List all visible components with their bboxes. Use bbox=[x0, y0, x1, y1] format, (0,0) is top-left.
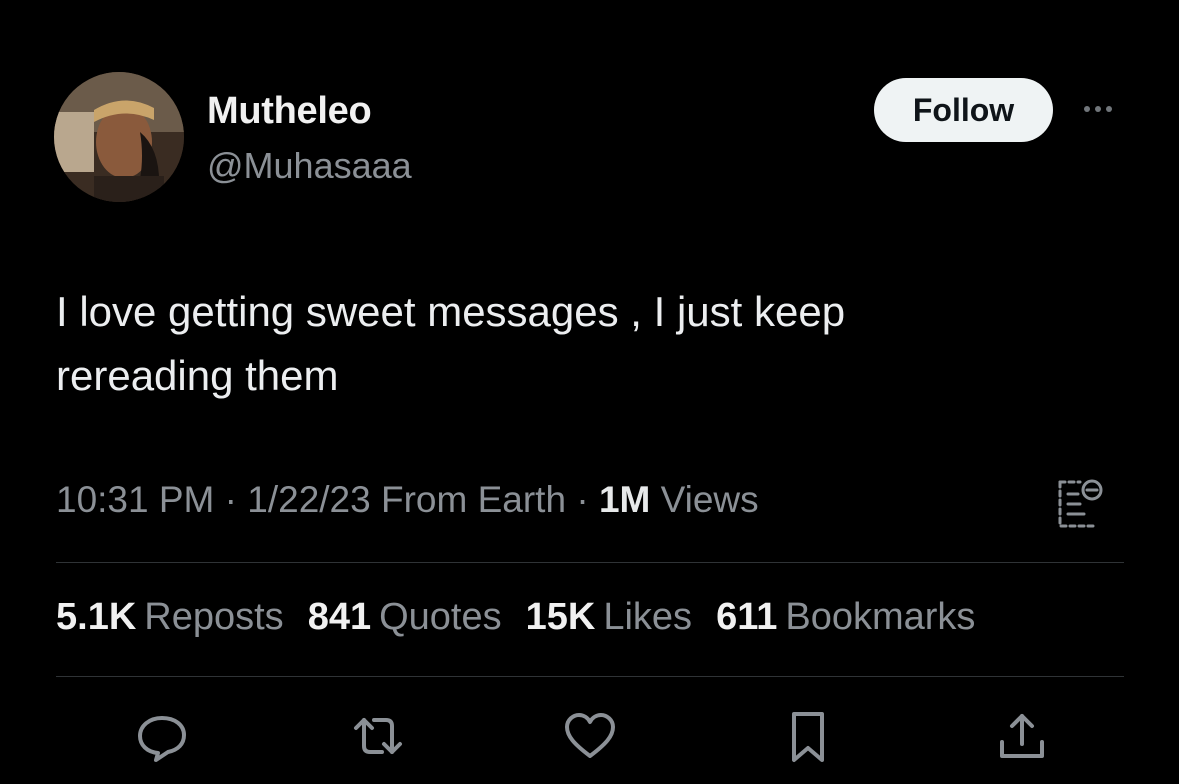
avatar-photo bbox=[54, 72, 184, 202]
stat-likes[interactable]: 15K Likes bbox=[526, 596, 692, 639]
view-analytics-icon[interactable] bbox=[1050, 474, 1110, 534]
tweet-text: I love getting sweet messages , I just k… bbox=[56, 280, 1136, 408]
stat-count: 611 bbox=[716, 596, 778, 638]
views-count: 1M bbox=[598, 479, 651, 520]
stat-label: Bookmarks bbox=[785, 596, 976, 638]
repost-arrows-icon[interactable] bbox=[350, 708, 406, 764]
tweet-detail: Mutheleo @Muhasaaa Follow I love getting… bbox=[0, 0, 1179, 784]
avatar[interactable] bbox=[54, 72, 184, 202]
meta-separator: · bbox=[214, 479, 248, 520]
tweet-source: From Earth bbox=[370, 479, 567, 520]
stat-reposts[interactable]: 5.1K Reposts bbox=[56, 596, 284, 639]
tweet-meta: 10:31 PM · 1/22/23 From Earth · 1M Views bbox=[56, 479, 759, 521]
engagement-stats: 5.1K Reposts 841 Quotes 15K Likes 611 Bookma… bbox=[56, 596, 975, 639]
user-display-name[interactable]: Mutheleo bbox=[207, 90, 372, 133]
tweet-date[interactable]: 1/22/23 bbox=[247, 479, 370, 520]
stat-count: 15K bbox=[525, 596, 596, 638]
user-handle[interactable]: @Muhasaaa bbox=[207, 145, 412, 187]
stat-bookmarks[interactable]: 611 Bookmarks bbox=[716, 596, 975, 639]
stat-label: Likes bbox=[603, 596, 693, 638]
stat-label: Quotes bbox=[379, 596, 502, 638]
share-upload-icon[interactable] bbox=[994, 708, 1050, 764]
tweet-text-line: rereading them bbox=[56, 352, 339, 399]
tweet-time[interactable]: 10:31 PM bbox=[56, 479, 214, 520]
bookmark-icon[interactable] bbox=[780, 708, 836, 764]
tweet-text-line: I love getting sweet messages , I just k… bbox=[56, 288, 846, 335]
divider bbox=[56, 676, 1124, 677]
stat-count: 841 bbox=[307, 596, 372, 638]
heart-icon[interactable] bbox=[562, 708, 618, 764]
meta-separator: · bbox=[566, 479, 599, 520]
stat-quotes[interactable]: 841 Quotes bbox=[308, 596, 502, 639]
follow-button[interactable]: Follow bbox=[874, 78, 1053, 142]
reply-bubble-icon[interactable] bbox=[134, 708, 190, 764]
divider bbox=[56, 562, 1124, 563]
stat-label: Reposts bbox=[144, 596, 284, 638]
stat-count: 5.1K bbox=[56, 596, 137, 638]
views-label: Views bbox=[650, 479, 759, 520]
more-dots-icon[interactable] bbox=[1074, 92, 1122, 126]
